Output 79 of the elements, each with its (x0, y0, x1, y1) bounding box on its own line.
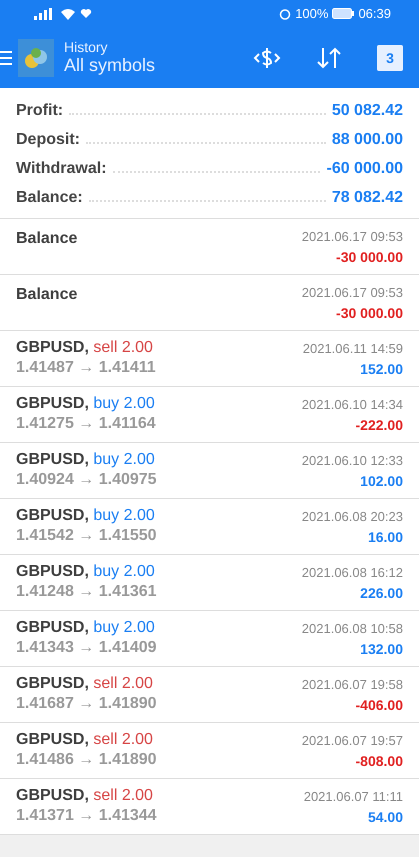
summary-value: 50 082.42 (332, 102, 403, 120)
wifi-icon (60, 8, 76, 20)
deal-row[interactable]: GBPUSD, buy 2.00 1.41248 → 1.41361 2021.06.08 16:12 226.00 (0, 555, 419, 611)
currency-exchange-icon[interactable] (253, 46, 281, 70)
summary-label: Deposit: (16, 130, 80, 148)
screen-title: History (64, 39, 109, 55)
deal-volume: buy 2.00 (93, 451, 155, 468)
deal-volume: buy 2.00 (93, 563, 155, 580)
summary-value: -60 000.00 (326, 160, 403, 178)
deal-amount: 152.00 (360, 360, 403, 379)
deal-volume: sell 2.00 (93, 731, 153, 748)
deal-amount: -808.00 (356, 752, 403, 771)
sort-icon[interactable] (315, 46, 343, 70)
deal-prices: 1.41371 → 1.41344 (16, 806, 157, 826)
clock-text: 06:39 (358, 6, 391, 21)
deal-volume: buy 2.00 (93, 619, 155, 636)
deal-title: Balance (16, 229, 78, 249)
deal-amount: -30 000.00 (336, 248, 403, 267)
summary-value: 88 000.00 (332, 130, 403, 148)
deal-prices: 1.40924 → 1.40975 (16, 470, 157, 490)
battery-text: 100% (295, 6, 328, 21)
heart-icon (80, 8, 92, 19)
deal-volume: sell 2.00 (93, 675, 153, 692)
deal-row[interactable]: GBPUSD, buy 2.00 1.41542 → 1.41550 2021.06.08 20:23 16.00 (0, 499, 419, 555)
deal-symbol: GBPUSD, (16, 395, 89, 412)
deal-volume: sell 2.00 (93, 339, 153, 356)
deal-time: 2021.06.07 19:57 (302, 732, 403, 750)
deal-time: 2021.06.17 09:53 (302, 228, 403, 246)
deal-row[interactable]: GBPUSD, buy 2.00 1.40924 → 1.40975 2021.06.10 12:33 102.00 (0, 443, 419, 499)
deal-time: 2021.06.10 12:33 (302, 452, 403, 470)
deal-volume: buy 2.00 (93, 395, 155, 412)
deal-title: Balance (16, 285, 78, 305)
deal-amount: 226.00 (360, 584, 403, 603)
deal-time: 2021.06.07 11:11 (304, 788, 403, 806)
deal-row[interactable]: GBPUSD, sell 2.00 1.41486 → 1.41890 2021.06.07 19:57 -808.00 (0, 723, 419, 779)
deal-amount: -30 000.00 (336, 304, 403, 323)
deal-time: 2021.06.08 20:23 (302, 508, 403, 526)
deal-symbol: GBPUSD, (16, 507, 89, 524)
deal-prices: 1.41275 → 1.41164 (16, 414, 156, 434)
deal-prices: 1.41542 → 1.41550 (16, 526, 157, 546)
deal-amount: -222.00 (356, 416, 403, 435)
deal-symbol: GBPUSD, (16, 619, 89, 636)
summary-value: 78 082.42 (332, 188, 403, 206)
deal-symbol: GBPUSD, (16, 563, 89, 580)
deal-symbol: GBPUSD, (16, 731, 89, 748)
summary-label: Balance: (16, 188, 83, 206)
deal-time: 2021.06.10 14:34 (302, 396, 403, 414)
battery-icon (332, 8, 354, 19)
deal-prices: 1.41487 → 1.41411 (16, 358, 156, 378)
menu-icon[interactable] (0, 50, 12, 64)
deal-row[interactable]: GBPUSD, sell 2.00 1.41687 → 1.41890 2021.06.07 19:58 -406.00 (0, 667, 419, 723)
deal-time: 2021.06.08 16:12 (302, 564, 403, 582)
deal-prices: 1.41687 → 1.41890 (16, 694, 157, 714)
app-logo (18, 38, 54, 76)
deal-volume: buy 2.00 (93, 507, 155, 524)
deal-time: 2021.06.17 09:53 (302, 284, 403, 302)
summary-label: Profit: (16, 102, 64, 120)
deal-symbol: GBPUSD, (16, 787, 89, 804)
deal-amount: -406.00 (356, 696, 403, 715)
deal-amount: 54.00 (368, 808, 403, 827)
deal-prices: 1.41248 → 1.41361 (16, 582, 157, 602)
deal-row[interactable]: GBPUSD, buy 2.00 1.41343 → 1.41409 2021.06.08 10:58 132.00 (0, 611, 419, 667)
deal-symbol: GBPUSD, (16, 675, 89, 692)
deal-row[interactable]: Balance 2021.06.17 09:53 -30 000.00 (0, 219, 419, 275)
summary-label: Withdrawal: (16, 160, 107, 178)
deal-time: 2021.06.11 14:59 (302, 340, 403, 358)
deal-time: 2021.06.08 10:58 (302, 620, 403, 638)
deal-row[interactable]: Balance 2021.06.17 09:53 -30 000.00 (0, 275, 419, 331)
deal-prices: 1.41343 → 1.41409 (16, 638, 157, 658)
deal-prices: 1.41486 → 1.41890 (16, 750, 157, 770)
deal-symbol: GBPUSD, (16, 451, 89, 468)
deal-symbol: GBPUSD, (16, 339, 89, 356)
deal-volume: sell 2.00 (93, 787, 153, 804)
deal-amount: 132.00 (360, 640, 403, 659)
deal-row[interactable]: GBPUSD, buy 2.00 1.41275 → 1.41164 2021.06.10 14:34 -222.00 (0, 387, 419, 443)
deal-amount: 102.00 (360, 472, 403, 491)
deal-amount: 16.00 (368, 528, 403, 547)
deal-time: 2021.06.07 19:58 (302, 676, 403, 694)
deal-row[interactable]: GBPUSD, sell 2.00 1.41487 → 1.41411 2021.06.11 14:59 152.00 (0, 331, 419, 387)
